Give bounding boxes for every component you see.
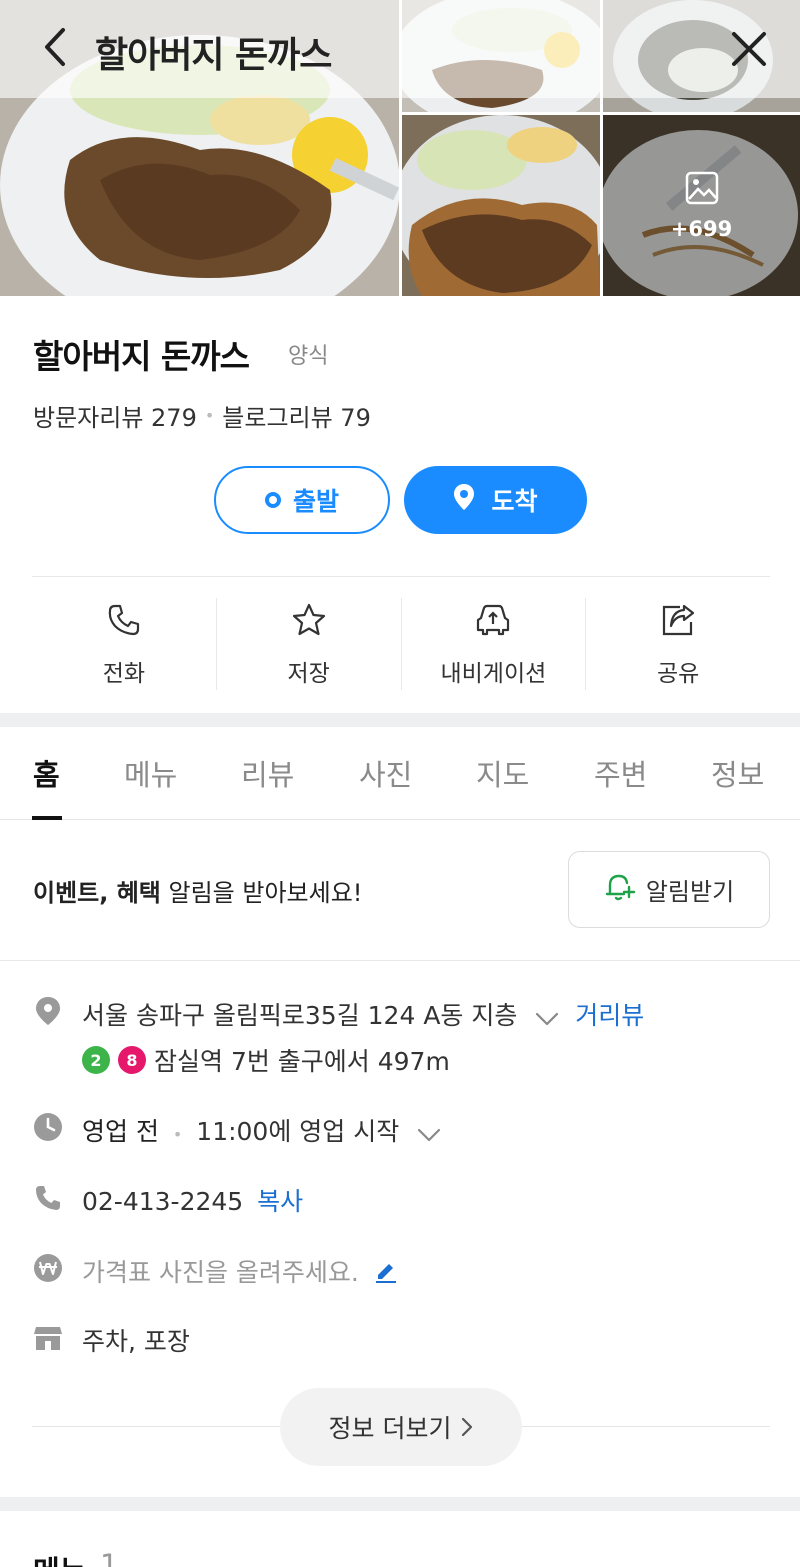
store-icon xyxy=(33,1323,63,1353)
divider xyxy=(32,576,770,577)
divider xyxy=(0,960,800,961)
notification-prompt-bold: 이벤트, 혜택 xyxy=(33,879,161,907)
won-icon xyxy=(33,1253,63,1283)
tab-menu[interactable]: 메뉴 xyxy=(124,752,177,794)
blog-review-count[interactable]: 블로그리뷰 79 xyxy=(222,398,371,433)
depart-label: 출발 xyxy=(292,487,339,516)
visitor-review-count[interactable]: 방문자리뷰 279 xyxy=(33,398,197,433)
top-bar: 할아버지 돈까스 xyxy=(0,0,800,98)
phone-row: 02-413-2245 복사 xyxy=(82,1182,303,1218)
hours-status: 영업 전 xyxy=(82,1117,159,1146)
notification-prompt: 이벤트, 혜택 알림을 받아보세요! xyxy=(33,873,362,908)
photo-gallery[interactable]: +699 할아버지 돈까스 xyxy=(0,0,800,296)
close-button[interactable] xyxy=(722,24,776,78)
photo-thumb[interactable] xyxy=(402,115,600,296)
subway-distance: 잠실역 7번 출구에서 497m xyxy=(154,1047,450,1076)
more-info-label: 정보 더보기 xyxy=(328,1414,452,1443)
arrive-label: 도착 xyxy=(491,487,538,516)
chevron-down-icon[interactable] xyxy=(535,1003,559,1032)
back-button[interactable] xyxy=(30,24,80,74)
bell-plus-icon xyxy=(604,871,646,909)
tab-bar: 홈 메뉴 리뷰 사진 지도 주변 정보 xyxy=(0,728,800,820)
action-label: 내비게이션 xyxy=(440,661,547,687)
notify-button[interactable]: 알림받기 xyxy=(568,851,770,928)
tab-review[interactable]: 리뷰 xyxy=(241,752,294,794)
navigation-button[interactable]: 내비게이션 xyxy=(400,598,586,690)
depart-dot-icon xyxy=(264,492,281,508)
notify-button-label: 알림받기 xyxy=(645,878,735,906)
phone-number[interactable]: 02-413-2245 xyxy=(82,1187,243,1216)
street-view-link[interactable]: 거리뷰 xyxy=(575,1001,644,1030)
chevron-right-icon xyxy=(461,1417,473,1437)
address-text[interactable]: 서울 송파구 올림픽로35길 124 A동 지층 xyxy=(82,1001,517,1030)
car-icon xyxy=(474,600,512,640)
action-bar: 전화 저장 내비게이션 공유 xyxy=(32,598,770,690)
save-button[interactable]: 저장 xyxy=(215,598,401,690)
arrive-button[interactable]: 도착 xyxy=(404,466,587,534)
chevron-left-icon xyxy=(41,27,69,71)
close-icon xyxy=(731,31,767,71)
subway-line-badge: 2 xyxy=(82,1046,110,1074)
tab-map[interactable]: 지도 xyxy=(476,752,529,794)
chevron-down-icon xyxy=(417,1119,441,1148)
location-pin-icon xyxy=(33,996,63,1026)
depart-button[interactable]: 출발 xyxy=(214,466,390,534)
tab-nearby[interactable]: 주변 xyxy=(594,752,647,794)
more-photos-overlay[interactable]: +699 xyxy=(603,115,800,296)
tab-home[interactable]: 홈 xyxy=(33,752,60,794)
share-button[interactable]: 공유 xyxy=(585,598,770,690)
place-name: 할아버지 돈까스 xyxy=(33,337,250,376)
copy-link[interactable]: 복사 xyxy=(257,1187,303,1216)
price-prompt: 가격표 사진을 올려주세요. xyxy=(82,1258,359,1287)
tab-info[interactable]: 정보 xyxy=(711,752,764,794)
map-pin-icon xyxy=(453,483,491,517)
section-separator xyxy=(0,713,800,727)
review-counts: 방문자리뷰 279 • 블로그리뷰 79 xyxy=(33,398,371,433)
more-photos-count: +699 xyxy=(670,216,733,241)
separator-dot: • xyxy=(204,406,215,425)
share-icon xyxy=(660,600,696,640)
pencil-icon xyxy=(373,1258,399,1290)
tab-photo[interactable]: 사진 xyxy=(359,752,412,794)
address-row: 서울 송파구 올림픽로35길 124 A동 지층 거리뷰 xyxy=(82,996,644,1032)
image-icon xyxy=(685,171,719,209)
header-title: 할아버지 돈까스 xyxy=(95,35,332,76)
menu-count: 1 xyxy=(100,1548,119,1567)
separator-dot: • xyxy=(172,1125,183,1144)
notification-prompt-rest: 알림을 받아보세요! xyxy=(160,879,363,907)
place-category: 양식 xyxy=(288,344,329,369)
call-button[interactable]: 전화 xyxy=(32,598,216,690)
star-icon xyxy=(291,600,327,640)
action-label: 전화 xyxy=(102,661,146,687)
hours-text: 11:00에 영업 시작 xyxy=(196,1117,400,1146)
clock-icon xyxy=(33,1112,63,1142)
action-label: 공유 xyxy=(656,661,700,687)
active-tab-indicator xyxy=(32,816,62,820)
subway-row: 2 8 잠실역 7번 출구에서 497m xyxy=(82,1042,450,1078)
hours-row[interactable]: 영업 전 • 11:00에 영업 시작 xyxy=(82,1112,441,1148)
action-label: 저장 xyxy=(287,661,330,687)
subway-line-badge: 8 xyxy=(118,1046,146,1074)
section-separator xyxy=(0,1497,800,1511)
price-prompt-row[interactable]: 가격표 사진을 올려주세요. xyxy=(82,1253,399,1290)
phone-icon xyxy=(107,600,141,640)
menu-section-heading: 메뉴 xyxy=(33,1548,86,1567)
facilities-text: 주차, 포장 xyxy=(82,1327,190,1356)
more-info-button[interactable]: 정보 더보기 xyxy=(280,1388,522,1466)
phone-icon xyxy=(33,1183,63,1213)
